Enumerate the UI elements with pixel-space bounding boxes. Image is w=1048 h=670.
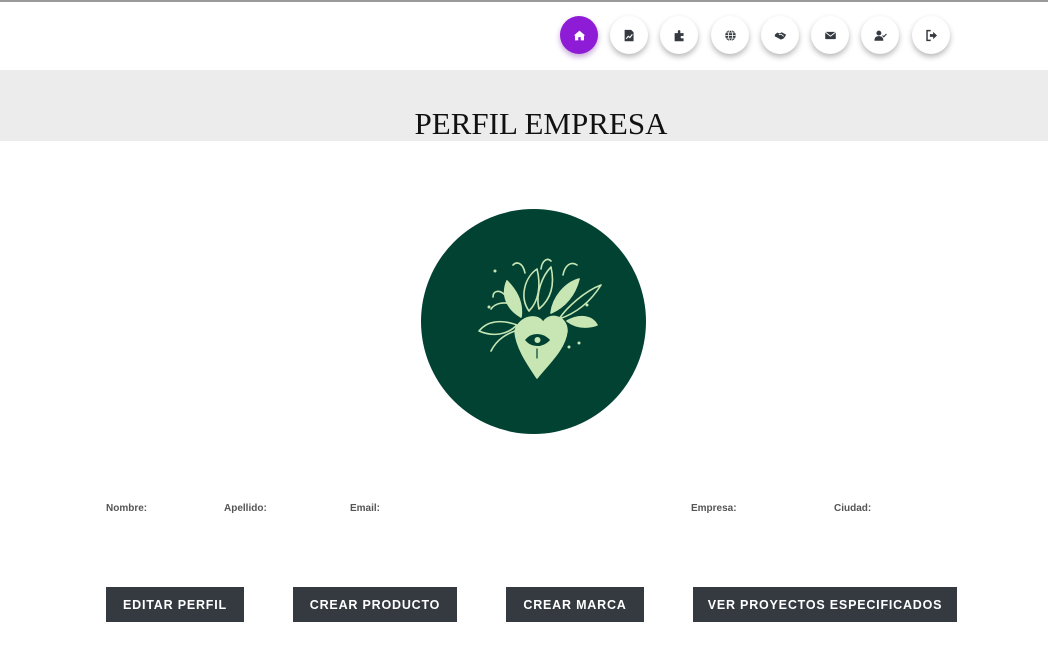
nav-logout-button[interactable] <box>912 16 950 54</box>
globe-icon <box>724 29 736 41</box>
home-icon <box>573 30 585 40</box>
nav-modules-button[interactable] <box>660 16 698 54</box>
envelope-icon <box>824 31 836 39</box>
nav-account-button[interactable] <box>861 16 899 54</box>
nombre-label: Nombre: <box>106 503 148 514</box>
top-navbar <box>0 2 1048 70</box>
create-product-button[interactable]: CREAR PRODUCTO <box>293 587 457 622</box>
nav-partners-button[interactable] <box>761 16 799 54</box>
company-avatar <box>421 209 646 434</box>
nav-home-button[interactable] <box>560 16 598 54</box>
empresa-label: Empresa: <box>691 503 737 514</box>
page-title: PERFIL EMPRESA <box>414 106 668 141</box>
ciudad-label: Ciudad: <box>834 503 872 514</box>
nav-messages-button[interactable] <box>811 16 849 54</box>
puzzle-icon <box>674 29 684 41</box>
email-label: Email: <box>350 503 381 514</box>
edit-profile-button[interactable]: EDITAR PERFIL <box>106 587 244 622</box>
user-check-icon <box>873 30 887 41</box>
leaf-heart-logo-icon <box>478 258 602 379</box>
handshake-icon <box>774 31 786 40</box>
view-projects-button[interactable]: VER PROYECTOS ESPECIFICADOS <box>693 587 957 622</box>
sign-out-icon <box>925 29 937 41</box>
nav-web-button[interactable] <box>711 16 749 54</box>
nav-reports-button[interactable] <box>610 16 648 54</box>
apellido-label: Apellido: <box>224 503 267 514</box>
create-brand-button[interactable]: CREAR MARCA <box>506 587 644 622</box>
chart-document-icon <box>624 29 634 41</box>
